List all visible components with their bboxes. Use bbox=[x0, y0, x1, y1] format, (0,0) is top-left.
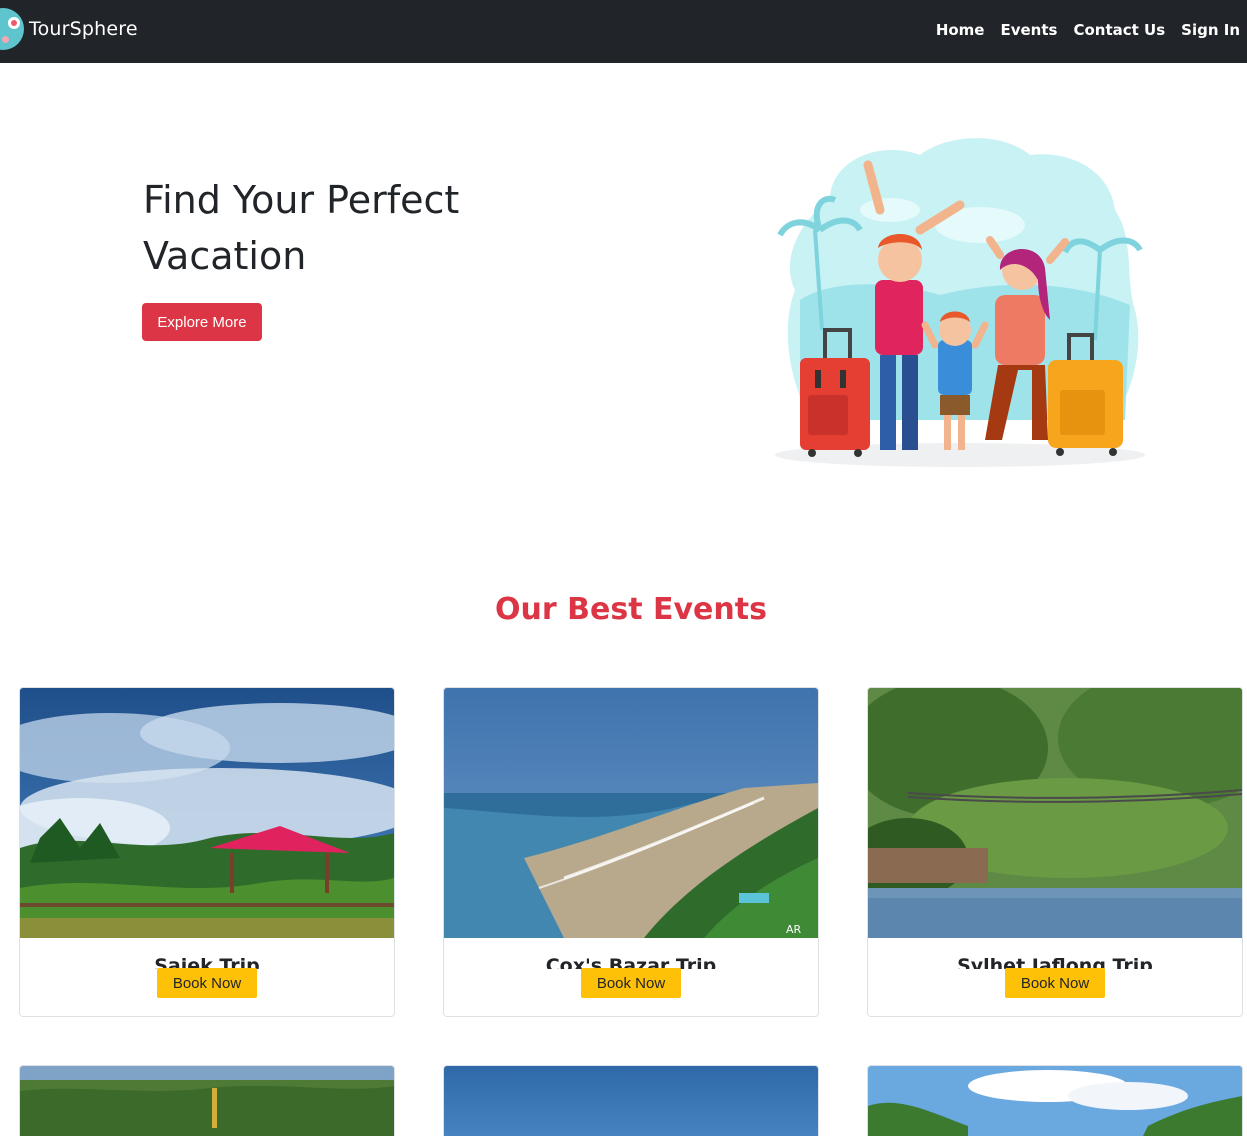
event-card-sajek: Sajek Trip Book Now bbox=[19, 687, 395, 1017]
card-image-coxs-bazar: AR bbox=[444, 688, 818, 938]
section-title: Our Best Events bbox=[495, 592, 767, 627]
event-card bbox=[443, 1065, 819, 1136]
svg-text:AR: AR bbox=[786, 923, 802, 936]
family-vacation-illustration bbox=[775, 138, 1145, 467]
book-now-button[interactable]: Book Now bbox=[157, 968, 257, 998]
event-card-sylhet-jaflong: Sylhet Jaflong Trip Book Now bbox=[867, 687, 1243, 1017]
card-image bbox=[868, 1066, 1242, 1136]
card-title: Sajek Trip bbox=[154, 955, 260, 969]
card-image bbox=[444, 1066, 818, 1136]
event-card bbox=[867, 1065, 1243, 1136]
explore-more-button[interactable]: Explore More bbox=[142, 303, 262, 341]
card-title: Sylhet Jaflong Trip bbox=[957, 955, 1153, 969]
card-image-sajek bbox=[20, 688, 394, 938]
brand-logo-icon bbox=[0, 8, 24, 50]
nav-link-events[interactable]: Events bbox=[1000, 21, 1057, 39]
card-image bbox=[20, 1066, 394, 1136]
book-now-button[interactable]: Book Now bbox=[1005, 968, 1105, 998]
card-image-sylhet-jaflong bbox=[868, 688, 1242, 938]
navbar: TourSphere Home Events Contact Us Sign I… bbox=[0, 0, 1247, 63]
event-card-coxs-bazar: AR Cox's Bazar Trip Book Now bbox=[443, 687, 819, 1017]
nav-link-contact-us[interactable]: Contact Us bbox=[1073, 21, 1165, 39]
nav-link-home[interactable]: Home bbox=[936, 21, 985, 39]
hero-title: Find Your Perfect Vacation bbox=[143, 178, 460, 278]
brand[interactable]: TourSphere bbox=[0, 8, 138, 50]
book-now-button[interactable]: Book Now bbox=[581, 968, 681, 998]
event-card bbox=[19, 1065, 395, 1136]
nav-links: Home Events Contact Us Sign In bbox=[920, 21, 1240, 39]
brand-name: TourSphere bbox=[29, 18, 138, 40]
nav-link-sign-in[interactable]: Sign In bbox=[1181, 21, 1240, 39]
card-title: Cox's Bazar Trip bbox=[545, 955, 717, 969]
